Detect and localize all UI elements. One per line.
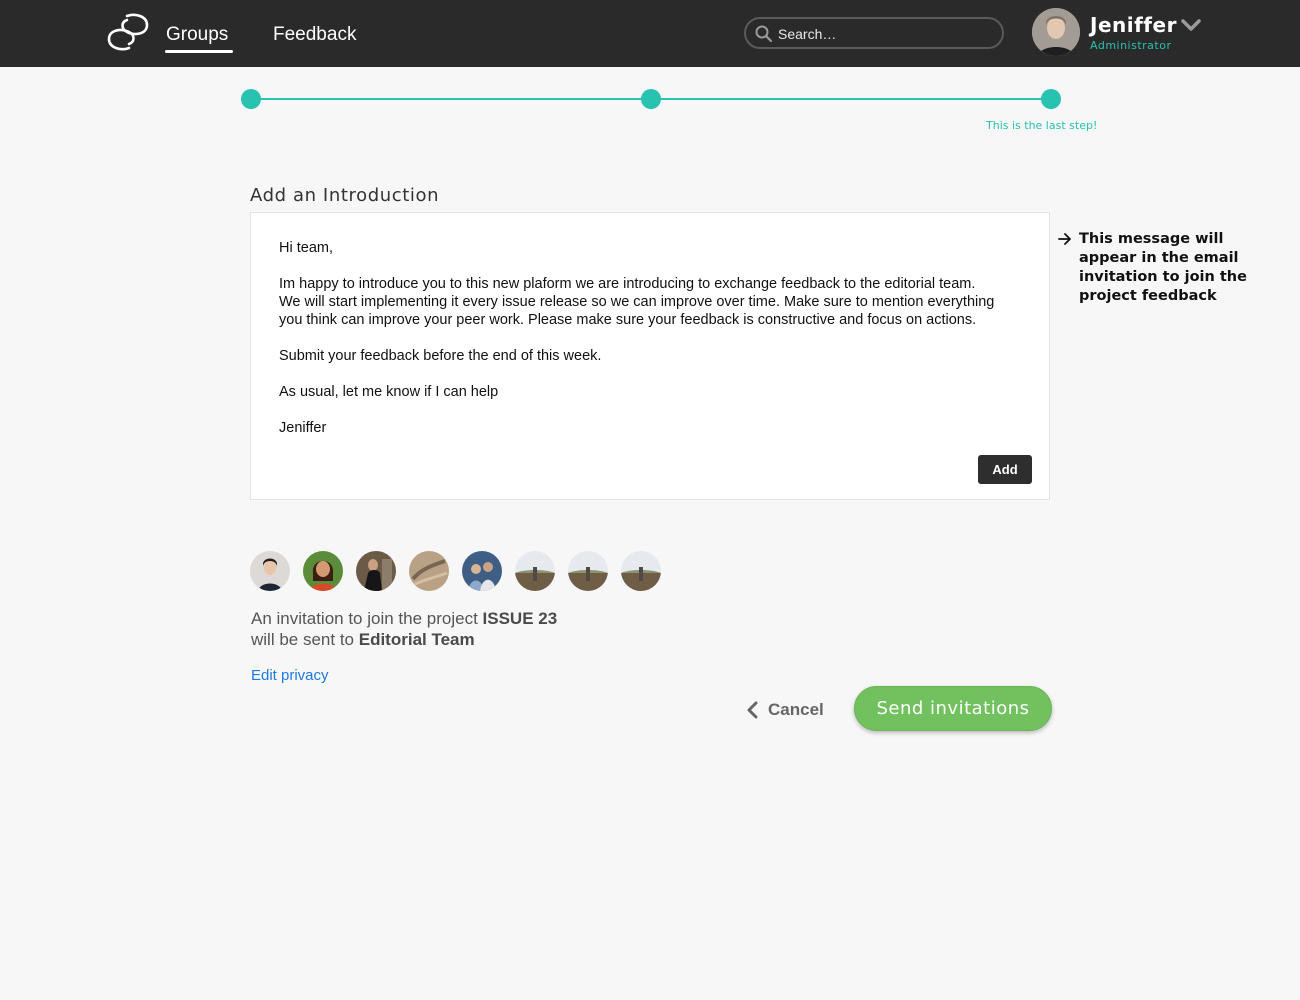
add-button[interactable]: Add: [978, 455, 1032, 484]
step-connector: [251, 98, 651, 100]
nav-groups[interactable]: Groups: [166, 24, 228, 46]
intro-side-note: This message will appear in the email in…: [1079, 231, 1247, 304]
search-input[interactable]: [778, 23, 988, 45]
step-connector: [651, 98, 1051, 100]
recipient-avatar[interactable]: [621, 551, 661, 591]
team-name: Editorial Team: [358, 630, 475, 649]
recipient-avatar[interactable]: [250, 551, 290, 591]
user-role: Administrator: [1090, 39, 1172, 52]
project-name: ISSUE 23: [482, 609, 558, 628]
intro-paragraph: Hi team,: [279, 240, 333, 256]
step-2-dot[interactable]: [641, 89, 661, 109]
intro-paragraph: Jeniffer: [279, 420, 327, 436]
step-3-dot[interactable]: [1041, 89, 1061, 109]
arrow-right-icon: [1058, 233, 1071, 245]
send-invitations-button[interactable]: Send invitations: [854, 686, 1052, 731]
active-nav-indicator: [165, 50, 233, 53]
search-box[interactable]: [744, 17, 1004, 49]
recipient-avatar[interactable]: [409, 551, 449, 591]
intro-message[interactable]: Hi team, Im happy to introduce you to th…: [279, 239, 999, 455]
link-logo-icon[interactable]: [105, 12, 151, 52]
invite-line1-text: An invitation to join the project: [251, 609, 483, 628]
recipient-avatar[interactable]: [568, 551, 608, 591]
chevron-left-icon: [747, 701, 758, 719]
user-avatar[interactable]: [1032, 8, 1080, 56]
recipient-avatar[interactable]: [462, 551, 502, 591]
recipient-avatar[interactable]: [515, 551, 555, 591]
recipient-avatar[interactable]: [303, 551, 343, 591]
intro-paragraph: Im happy to introduce you to this new pl…: [279, 276, 995, 328]
search-icon: [755, 25, 773, 43]
intro-textarea[interactable]: Hi team, Im happy to introduce you to th…: [250, 212, 1050, 500]
user-name[interactable]: Jeniffer: [1090, 13, 1177, 37]
step-1-dot[interactable]: [241, 89, 261, 109]
cancel-button[interactable]: Cancel: [746, 698, 824, 722]
intro-paragraph: As usual, let me know if I can help: [279, 384, 499, 400]
invitation-summary: An invitation to join the project ISSUE …: [251, 608, 557, 650]
top-bar: Groups Feedback Jeniffer Administrator: [0, 0, 1300, 67]
edit-privacy-link[interactable]: Edit privacy: [251, 667, 329, 684]
nav-feedback[interactable]: Feedback: [273, 24, 356, 46]
chevron-down-icon[interactable]: [1181, 18, 1201, 32]
intro-title: Add an Introduction: [250, 185, 440, 206]
step-note: This is the last step!: [986, 119, 1098, 132]
intro-paragraph: Submit your feedback before the end of t…: [279, 348, 602, 364]
cancel-label: Cancel: [768, 700, 824, 719]
recipient-avatar[interactable]: [356, 551, 396, 591]
invite-line2-text: will be sent to: [251, 630, 359, 649]
